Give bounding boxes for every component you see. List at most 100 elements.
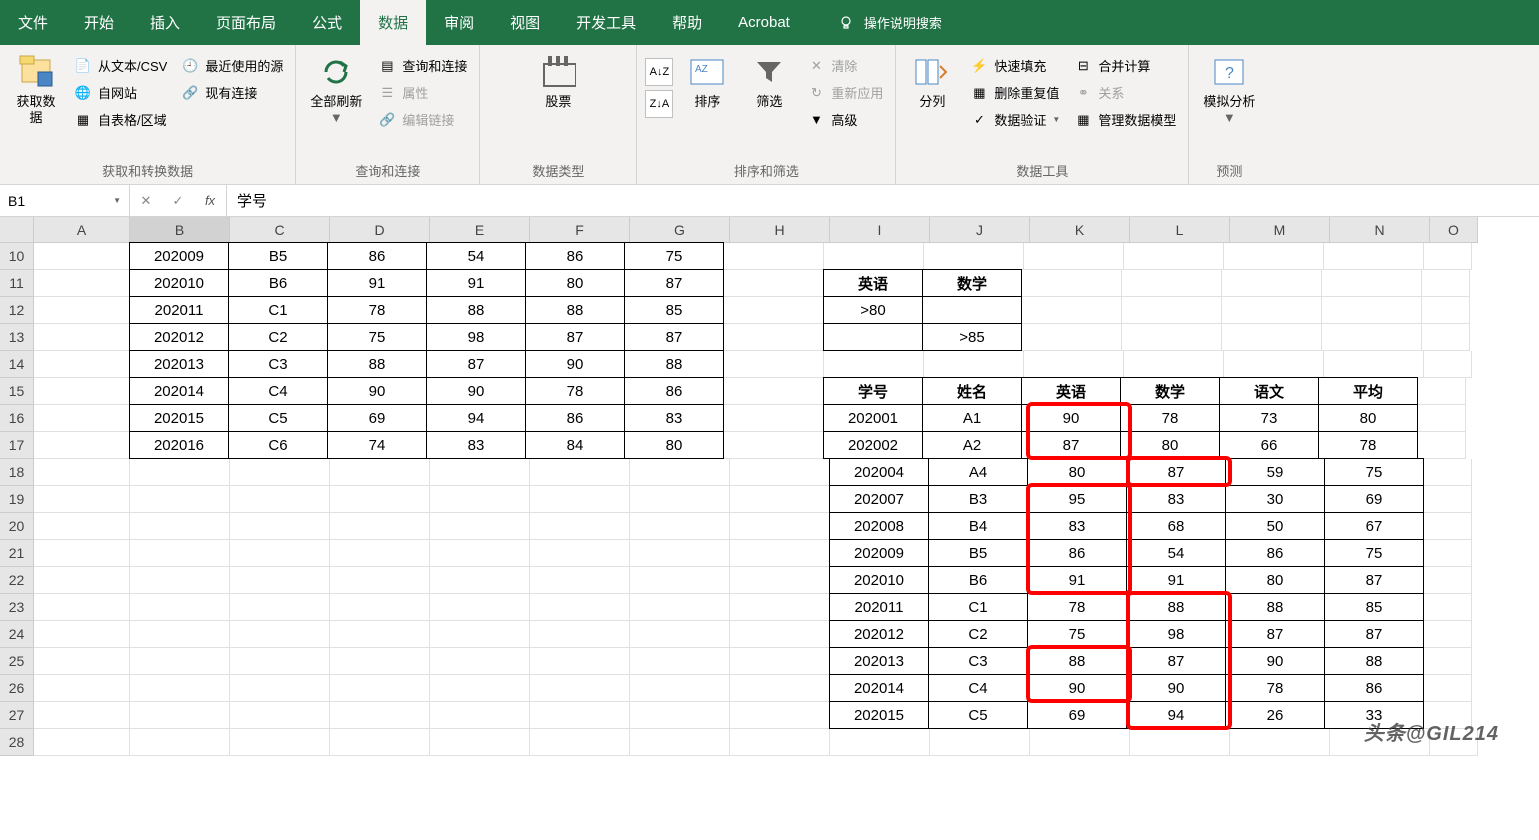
cell[interactable] [1024, 243, 1124, 270]
tab-help[interactable]: 帮助 [654, 0, 720, 45]
tab-home[interactable]: 开始 [66, 0, 132, 45]
cell[interactable] [330, 594, 430, 621]
text-to-columns-button[interactable]: 分列 [904, 50, 960, 114]
cell[interactable]: 202001 [823, 404, 923, 432]
from-csv-button[interactable]: 📄从文本/CSV [70, 54, 171, 77]
remove-dup-button[interactable]: ▦删除重复值 [966, 81, 1064, 104]
cell[interactable] [630, 594, 730, 621]
cell[interactable] [230, 540, 330, 567]
column-header[interactable]: N [1330, 217, 1430, 243]
tab-dev[interactable]: 开发工具 [558, 0, 654, 45]
cell[interactable] [34, 540, 130, 567]
cell[interactable] [230, 729, 330, 756]
cell[interactable]: 88 [327, 350, 427, 378]
cell[interactable]: >80 [823, 296, 923, 324]
cell[interactable]: 88 [1027, 647, 1127, 675]
cell[interactable]: 80 [1027, 458, 1127, 486]
cell[interactable]: 98 [426, 323, 526, 351]
cell[interactable] [530, 648, 630, 675]
row-header[interactable]: 24 [0, 621, 34, 648]
cell[interactable]: C1 [228, 296, 328, 324]
cell[interactable] [1424, 486, 1472, 513]
cell[interactable] [1424, 459, 1472, 486]
cell[interactable]: 83 [1027, 512, 1127, 540]
cell[interactable] [34, 459, 130, 486]
cell[interactable]: 202007 [829, 485, 929, 513]
cell[interactable] [34, 297, 130, 324]
tab-layout[interactable]: 页面布局 [198, 0, 294, 45]
cell[interactable]: 87 [1021, 431, 1121, 459]
cell[interactable]: 202013 [829, 647, 929, 675]
cell[interactable] [34, 567, 130, 594]
cell[interactable] [824, 243, 924, 270]
cell[interactable]: 69 [327, 404, 427, 432]
cell[interactable] [530, 702, 630, 729]
column-header[interactable]: M [1230, 217, 1330, 243]
cell[interactable]: 78 [1120, 404, 1220, 432]
column-header[interactable]: H [730, 217, 830, 243]
cell[interactable] [430, 567, 530, 594]
cell[interactable] [724, 351, 824, 378]
cell[interactable]: 90 [1021, 404, 1121, 432]
row-header[interactable]: 14 [0, 351, 34, 378]
cell[interactable]: B4 [928, 512, 1028, 540]
cell[interactable]: 83 [624, 404, 724, 432]
column-header[interactable]: F [530, 217, 630, 243]
cell[interactable] [730, 729, 830, 756]
cell[interactable]: 87 [1126, 647, 1226, 675]
cell[interactable] [130, 729, 230, 756]
cell[interactable] [824, 351, 924, 378]
cell[interactable] [430, 675, 530, 702]
cell[interactable]: 54 [1126, 539, 1226, 567]
data-model-button[interactable]: ▦管理数据模型 [1070, 108, 1180, 131]
cell[interactable]: B5 [228, 242, 328, 270]
cell[interactable] [1424, 621, 1472, 648]
consolidate-button[interactable]: ⊟合并计算 [1070, 54, 1180, 77]
cell[interactable]: >85 [922, 323, 1022, 351]
cell[interactable] [130, 540, 230, 567]
cell[interactable]: C2 [928, 620, 1028, 648]
cell[interactable]: 94 [426, 404, 526, 432]
cell[interactable]: 90 [426, 377, 526, 405]
cell[interactable] [530, 675, 630, 702]
cell[interactable] [230, 459, 330, 486]
cell[interactable]: 202009 [829, 539, 929, 567]
cell[interactable] [34, 513, 130, 540]
cell[interactable] [230, 675, 330, 702]
cell[interactable] [630, 675, 730, 702]
cell[interactable]: 80 [1318, 404, 1418, 432]
cell[interactable] [1122, 297, 1222, 324]
cell[interactable]: 91 [426, 269, 526, 297]
column-header[interactable]: A [34, 217, 130, 243]
cell[interactable] [230, 648, 330, 675]
cell[interactable] [1322, 324, 1422, 351]
cell[interactable] [823, 323, 923, 351]
cell[interactable] [630, 540, 730, 567]
cell[interactable] [34, 405, 130, 432]
cell[interactable] [34, 378, 130, 405]
name-box-input[interactable] [8, 193, 68, 209]
cell[interactable] [330, 459, 430, 486]
cell[interactable]: 202014 [829, 674, 929, 702]
row-header[interactable]: 28 [0, 729, 34, 756]
cell[interactable]: 75 [624, 242, 724, 270]
cell[interactable] [430, 540, 530, 567]
cell[interactable] [1424, 540, 1472, 567]
cell[interactable] [34, 702, 130, 729]
column-header[interactable]: I [830, 217, 930, 243]
cell[interactable] [34, 594, 130, 621]
cell[interactable] [130, 594, 230, 621]
cell[interactable]: 87 [1324, 620, 1424, 648]
cell[interactable]: A2 [922, 431, 1022, 459]
cell[interactable]: 85 [1324, 593, 1424, 621]
cell[interactable]: 86 [525, 242, 625, 270]
column-header[interactable]: G [630, 217, 730, 243]
get-data-button[interactable]: 获取数 据 [8, 50, 64, 129]
cell[interactable]: 202015 [829, 701, 929, 729]
cell[interactable] [230, 621, 330, 648]
cell[interactable]: 202012 [129, 323, 229, 351]
cell[interactable]: 91 [1126, 566, 1226, 594]
cell[interactable] [34, 351, 130, 378]
cell[interactable] [1424, 513, 1472, 540]
cell[interactable]: 91 [1027, 566, 1127, 594]
